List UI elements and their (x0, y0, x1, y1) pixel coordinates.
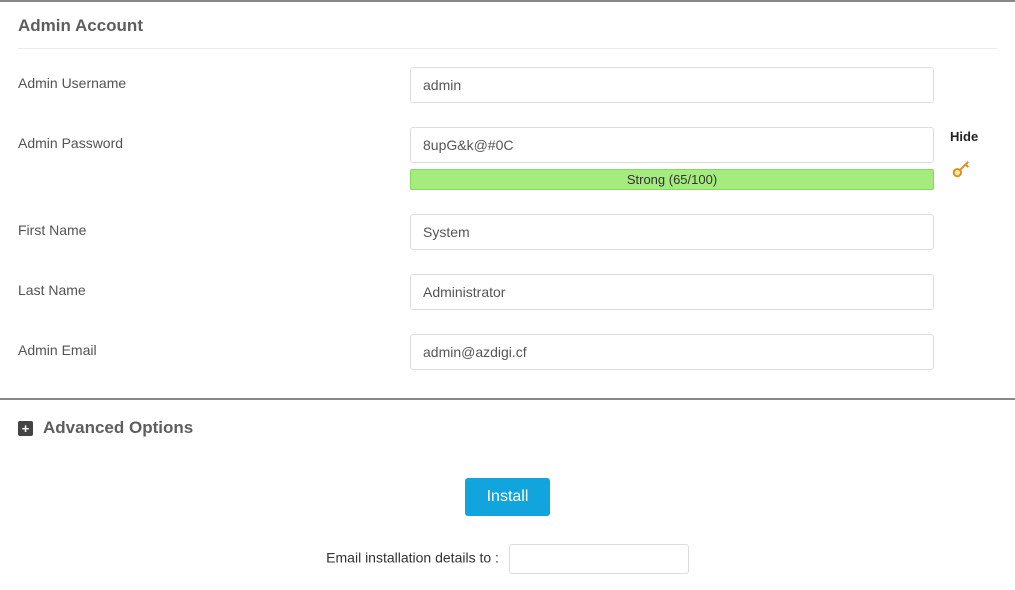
admin-username-input[interactable] (410, 67, 934, 103)
row-last-name: Last Name (18, 274, 997, 310)
row-admin-password: Admin Password Strong (65/100) Hide (18, 127, 997, 190)
label-admin-email: Admin Email (18, 334, 410, 358)
label-first-name: First Name (18, 214, 410, 238)
admin-password-input[interactable] (410, 127, 934, 163)
admin-email-input[interactable] (410, 334, 934, 370)
last-name-input[interactable] (410, 274, 934, 310)
install-button[interactable]: Install (465, 478, 551, 516)
email-installation-label: Email installation details to : (326, 550, 499, 566)
label-admin-password: Admin Password (18, 127, 410, 151)
plus-icon: + (18, 421, 33, 436)
password-strength-indicator: Strong (65/100) (410, 169, 934, 190)
email-installation-row: Email installation details to : (18, 544, 997, 590)
row-admin-email: Admin Email (18, 334, 997, 370)
email-installation-input[interactable] (509, 544, 689, 574)
label-admin-username: Admin Username (18, 67, 410, 91)
section-title-admin-account: Admin Account (18, 2, 997, 49)
advanced-options-toggle[interactable]: + Advanced Options (18, 400, 997, 458)
row-admin-username: Admin Username (18, 67, 997, 103)
row-first-name: First Name (18, 214, 997, 250)
password-hide-toggle[interactable]: Hide (950, 129, 994, 144)
generate-password-key-icon[interactable] (950, 158, 994, 183)
advanced-options-label: Advanced Options (43, 418, 193, 438)
label-last-name: Last Name (18, 274, 410, 298)
first-name-input[interactable] (410, 214, 934, 250)
